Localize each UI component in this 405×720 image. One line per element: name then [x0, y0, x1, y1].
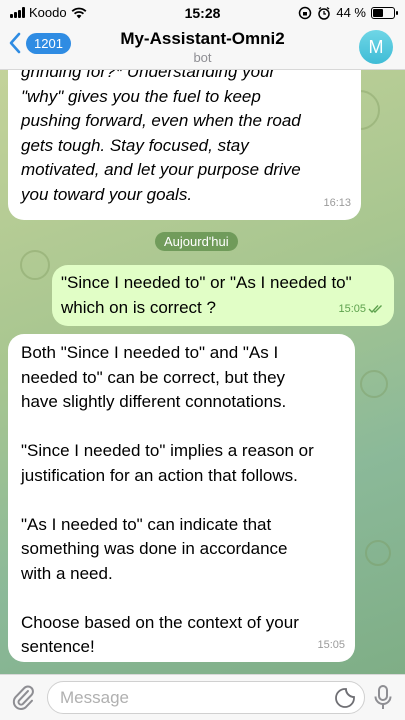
message-line: "Since I needed to" implies a reason or — [21, 441, 314, 460]
status-indicators: 44 % — [298, 5, 398, 20]
message-time: 15:05 — [317, 638, 345, 651]
message-line: with a need. — [21, 563, 113, 583]
message-line: needed to" can be correct, but they — [21, 367, 286, 387]
message-time: 16:13 — [323, 196, 351, 209]
incoming-message-previous[interactable]: grinding for?* Understanding your "why" … — [8, 70, 361, 220]
chat-area[interactable]: grinding for?* Understanding your "why" … — [0, 70, 405, 674]
avatar[interactable]: M — [359, 30, 393, 64]
wallpaper-doodle — [360, 370, 388, 398]
status-bar: Koodo 15:28 44 % — [0, 0, 405, 26]
battery-percent: 44 % — [336, 5, 366, 20]
alarm-icon — [318, 6, 331, 20]
paperclip-icon[interactable] — [10, 683, 36, 711]
message-line: gets tough. Stay focused, stay — [21, 135, 249, 155]
message-line: have slightly different connotations. — [21, 392, 287, 411]
wallpaper-doodle — [20, 250, 50, 280]
message-input-bar — [0, 674, 405, 720]
message-line: something was done in accordance — [21, 539, 288, 558]
message-time-status: 15:05 — [338, 297, 384, 322]
message-line: grinding for?* Understanding your — [21, 70, 276, 81]
wallpaper-doodle — [365, 540, 391, 566]
message-line: motivated, and let your purpose drive — [21, 160, 301, 179]
double-check-icon — [368, 304, 382, 313]
chat-header: 1201 My-Assistant-Omni2 bot M — [0, 26, 405, 70]
message-line: "As I needed to" can indicate that — [21, 514, 272, 534]
battery-fill — [373, 8, 383, 17]
microphone-icon[interactable] — [373, 684, 393, 712]
message-line: you toward your goals. — [21, 184, 193, 204]
date-separator: Aujourd'hui — [155, 232, 238, 251]
outgoing-message[interactable]: "Since I needed to" or "As I needed to" … — [52, 265, 394, 326]
message-field[interactable] — [47, 681, 365, 714]
message-line: "why" gives you the fuel to keep — [21, 86, 261, 106]
message-line: Both "Since I needed to" and "As I — [21, 343, 279, 362]
message-line: sentence! — [21, 637, 95, 656]
sticker-icon[interactable] — [334, 687, 356, 709]
orientation-lock-icon — [299, 6, 312, 19]
message-line: which on is correct ? — [61, 297, 216, 317]
message-line: "Since I needed to" or "As I needed to" — [61, 273, 352, 292]
chat-subtitle: bot — [193, 50, 212, 65]
message-line: pushing forward, even when the road — [21, 111, 301, 130]
incoming-message-reply[interactable]: Both "Since I needed to" and "As I neede… — [8, 334, 355, 662]
chat-title[interactable]: My-Assistant-Omni2 — [0, 29, 405, 49]
battery-icon — [371, 6, 398, 19]
message-time: 15:05 — [338, 302, 366, 315]
message-line: Choose based on the context of your — [21, 612, 299, 632]
message-line: justification for an action that follows… — [21, 465, 298, 485]
message-input[interactable] — [60, 682, 320, 713]
